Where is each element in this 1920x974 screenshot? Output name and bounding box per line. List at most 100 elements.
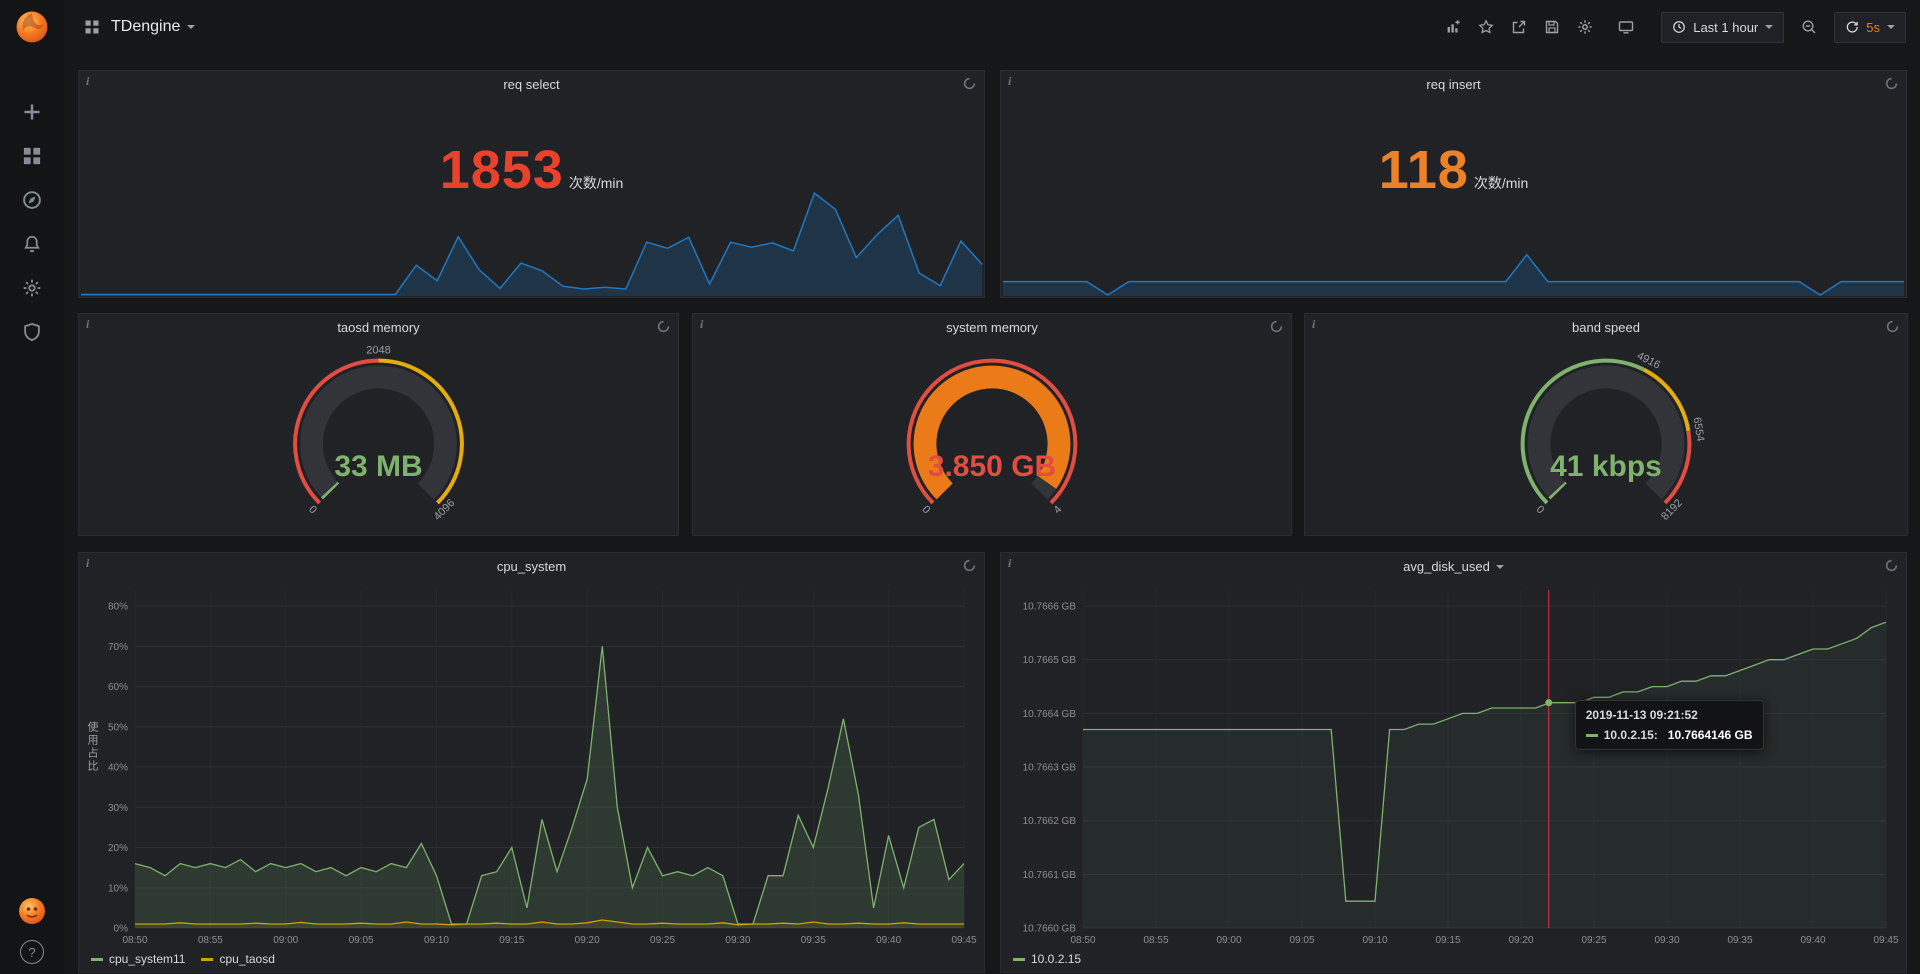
panel-info-icon[interactable]: i (1008, 556, 1011, 571)
panel-info-icon[interactable]: i (1008, 74, 1011, 89)
svg-text:08:50: 08:50 (1070, 935, 1095, 946)
sidebar-item-server-admin[interactable] (0, 310, 64, 354)
panel-info-icon[interactable]: i (1312, 317, 1315, 332)
panel-title-req-select[interactable]: req select (79, 71, 984, 98)
panel-title-avg-disk-used[interactable]: avg_disk_used (1001, 553, 1906, 580)
legend-series-swatch (201, 958, 213, 961)
panel-band-speed: i band speed 049166554819241 kbps (1304, 313, 1908, 536)
svg-text:4: 4 (1052, 504, 1065, 517)
panel-info-icon[interactable]: i (86, 74, 89, 89)
panel-info-icon[interactable]: i (86, 317, 89, 332)
add-panel-icon[interactable] (1445, 19, 1461, 35)
sidebar-item-explore[interactable] (0, 178, 64, 222)
help-icon[interactable]: ? (20, 940, 44, 964)
gauge-chart[interactable]: 043.850 GB (693, 341, 1291, 535)
svg-text:8192: 8192 (1659, 497, 1685, 523)
panel-title-text: taosd memory (337, 320, 419, 335)
panel-avg-disk-used: i avg_disk_used 2019-11-13 09:21:52 10.0… (1000, 552, 1907, 973)
panel-loading-spinner-icon (1886, 320, 1899, 333)
panel-menu-caret-icon[interactable] (1496, 565, 1504, 569)
legend-series-label[interactable]: cpu_system11 (109, 952, 185, 966)
shield-icon (22, 322, 42, 342)
svg-text:09:35: 09:35 (801, 935, 826, 946)
legend-series-swatch (1013, 958, 1025, 961)
time-picker-button[interactable]: Last 1 hour (1661, 12, 1784, 43)
sidebar-item-create[interactable] (0, 90, 64, 134)
legend-item[interactable]: cpu_system11 (91, 952, 185, 966)
svg-text:09:05: 09:05 (1289, 935, 1314, 946)
refresh-interval-caret-icon[interactable] (1887, 25, 1895, 29)
refresh-interval-label[interactable]: 5s (1866, 20, 1880, 35)
svg-text:09:40: 09:40 (876, 935, 901, 946)
sidebar-item-dashboards[interactable] (0, 134, 64, 178)
legend: cpu_system11 cpu_taosd (91, 949, 275, 969)
svg-text:60%: 60% (108, 682, 128, 693)
panel-title-text: cpu_system (497, 559, 566, 574)
singlestat-value: 1853 次数/min (79, 106, 984, 233)
svg-text:10.7661 GB: 10.7661 GB (1023, 870, 1077, 881)
panel-loading-spinner-icon (963, 559, 976, 572)
svg-text:10.7662 GB: 10.7662 GB (1023, 816, 1077, 827)
apps-grid-icon[interactable] (84, 19, 100, 35)
user-avatar[interactable] (17, 896, 47, 926)
svg-text:09:45: 09:45 (1873, 935, 1898, 946)
svg-text:10.7664 GB: 10.7664 GB (1023, 709, 1077, 720)
panel-title-system-memory[interactable]: system memory (693, 314, 1291, 341)
panel-taosd-memory: i taosd memory 02048409633 MB (78, 313, 679, 536)
save-icon[interactable] (1544, 19, 1560, 35)
panel-title-req-insert[interactable]: req insert (1001, 71, 1906, 98)
tooltip-value: 10.7664146 GB (1668, 728, 1753, 742)
refresh-icon (1845, 20, 1859, 34)
y-axis-label: 使用占比 (84, 721, 100, 773)
star-icon[interactable] (1478, 19, 1494, 35)
dashboard-title[interactable]: TDengine (111, 18, 180, 36)
stat-number: 1853 (440, 143, 564, 197)
stat-unit: 次数/min (1474, 173, 1528, 193)
legend: 10.0.2.15 (1013, 949, 1081, 969)
gauge-chart[interactable]: 049166554819241 kbps (1305, 341, 1907, 535)
panel-info-icon[interactable]: i (86, 556, 89, 571)
navbar: TDengine Last 1 hour 5s (64, 0, 1920, 54)
svg-text:0: 0 (306, 504, 319, 517)
refresh-button[interactable]: 5s (1834, 12, 1906, 43)
svg-text:09:40: 09:40 (1800, 935, 1825, 946)
panel-title-band-speed[interactable]: band speed (1305, 314, 1907, 341)
timeseries-chart[interactable]: 2019-11-13 09:21:52 10.0.2.15: 10.766414… (1005, 582, 1900, 948)
panel-loading-spinner-icon (1885, 559, 1898, 572)
share-icon[interactable] (1511, 19, 1527, 35)
legend-series-label[interactable]: cpu_taosd (219, 952, 274, 966)
panel-loading-spinner-icon (1885, 77, 1898, 90)
panel-system-memory: i system memory 043.850 GB (692, 313, 1292, 536)
zoom-out-icon[interactable] (1801, 19, 1817, 35)
bell-icon (22, 234, 42, 254)
sidebar-item-configuration[interactable] (0, 266, 64, 310)
tv-mode-icon[interactable] (1618, 19, 1634, 35)
panel-info-icon[interactable]: i (700, 317, 703, 332)
svg-text:09:15: 09:15 (499, 935, 524, 946)
panel-title-taosd-memory[interactable]: taosd memory (79, 314, 678, 341)
gauge-chart[interactable]: 02048409633 MB (79, 341, 678, 535)
gear-icon (22, 278, 42, 298)
legend-item[interactable]: 10.0.2.15 (1013, 952, 1081, 966)
svg-text:50%: 50% (108, 722, 128, 733)
svg-text:41 kbps: 41 kbps (1550, 450, 1662, 483)
svg-text:09:25: 09:25 (1581, 935, 1606, 946)
svg-text:08:55: 08:55 (1143, 935, 1168, 946)
svg-text:09:20: 09:20 (1508, 935, 1533, 946)
grafana-logo[interactable] (0, 0, 64, 54)
settings-icon[interactable] (1577, 19, 1593, 35)
singlestat-value: 118 次数/min (1001, 106, 1906, 233)
svg-text:09:45: 09:45 (951, 935, 976, 946)
legend-item[interactable]: cpu_taosd (201, 952, 274, 966)
timeseries-chart[interactable]: 0%10%20%30%40%50%60%70%80%08:5008:5509:0… (83, 582, 978, 948)
dashboard-title-caret-icon[interactable] (187, 25, 195, 29)
dashboards-icon (22, 146, 42, 166)
time-range-label: Last 1 hour (1693, 20, 1758, 35)
svg-text:10%: 10% (108, 883, 128, 894)
legend-series-label[interactable]: 10.0.2.15 (1031, 952, 1081, 966)
svg-text:10.7665 GB: 10.7665 GB (1023, 655, 1077, 666)
sidebar-item-alerting[interactable] (0, 222, 64, 266)
panel-loading-spinner-icon (963, 77, 976, 90)
panel-cpu-system: i cpu_system 使用占比 0%10%20%30%40%50%60%70… (78, 552, 985, 973)
panel-title-cpu-system[interactable]: cpu_system (79, 553, 984, 580)
